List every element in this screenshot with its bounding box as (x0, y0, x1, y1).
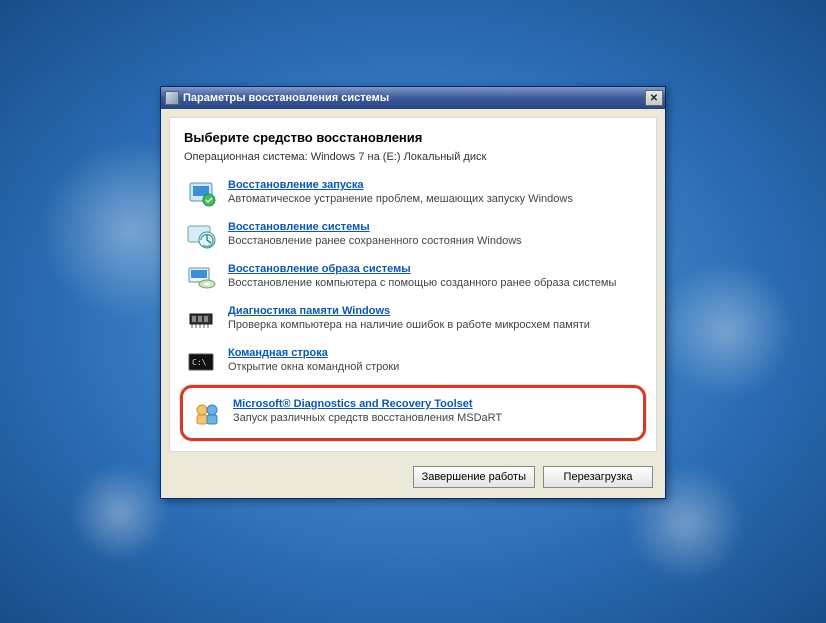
svg-text:C:\: C:\ (192, 358, 207, 367)
restart-button[interactable]: Перезагрузка (543, 466, 653, 488)
close-button[interactable]: ✕ (645, 90, 663, 106)
os-label: Операционная система: (184, 151, 308, 163)
command-prompt-link[interactable]: Командная строка (228, 347, 328, 359)
memory-diagnostic-desc: Проверка компьютера на наличие ошибок в … (228, 319, 640, 331)
memory-diagnostic-icon (186, 305, 218, 335)
heading: Выберите средство восстановления (184, 130, 642, 145)
highlighted-option: Microsoft® Diagnostics and Recovery Tool… (180, 385, 646, 441)
memory-diagnostic-link[interactable]: Диагностика памяти Windows (228, 305, 390, 317)
recovery-options-window: Параметры восстановления системы ✕ Выбер… (160, 86, 666, 499)
os-value: Windows 7 на (E:) Локальный диск (311, 151, 487, 163)
shutdown-button[interactable]: Завершение работы (413, 466, 535, 488)
image-recovery-icon (186, 263, 218, 293)
titlebar: Параметры восстановления системы ✕ (161, 87, 665, 109)
system-restore-desc: Восстановление ранее сохраненного состоя… (228, 235, 640, 247)
background-glow (656, 260, 796, 400)
footer: Завершение работы Перезагрузка (161, 460, 665, 498)
msdart-icon (191, 398, 223, 428)
option-startup-repair: Восстановление запуска Автоматическое ус… (184, 173, 642, 215)
option-command-prompt: C:\ Командная строка Открытие окна коман… (184, 341, 642, 383)
msdart-link[interactable]: Microsoft® Diagnostics and Recovery Tool… (233, 398, 473, 410)
content-panel: Выберите средство восстановления Операци… (169, 117, 657, 452)
startup-repair-icon (186, 179, 218, 209)
option-system-restore: Восстановление системы Восстановление ра… (184, 215, 642, 257)
command-prompt-icon: C:\ (186, 347, 218, 377)
window-title: Параметры восстановления системы (183, 92, 645, 104)
startup-repair-link[interactable]: Восстановление запуска (228, 179, 363, 191)
command-prompt-desc: Открытие окна командной строки (228, 361, 640, 373)
startup-repair-desc: Автоматическое устранение проблем, мешаю… (228, 193, 640, 205)
system-restore-link[interactable]: Восстановление системы (228, 221, 370, 233)
os-info: Операционная система: Windows 7 на (E:) … (184, 151, 642, 163)
option-image-recovery: Восстановление образа системы Восстановл… (184, 257, 642, 299)
option-msdart: Microsoft® Diagnostics and Recovery Tool… (189, 392, 637, 434)
background-glow (70, 463, 170, 563)
app-icon (165, 91, 179, 105)
image-recovery-link[interactable]: Восстановление образа системы (228, 263, 411, 275)
system-restore-icon (186, 221, 218, 251)
image-recovery-desc: Восстановление компьютера с помощью созд… (228, 277, 640, 289)
option-memory-diagnostic: Диагностика памяти Windows Проверка комп… (184, 299, 642, 341)
msdart-desc: Запуск различных средств восстановления … (233, 412, 635, 424)
